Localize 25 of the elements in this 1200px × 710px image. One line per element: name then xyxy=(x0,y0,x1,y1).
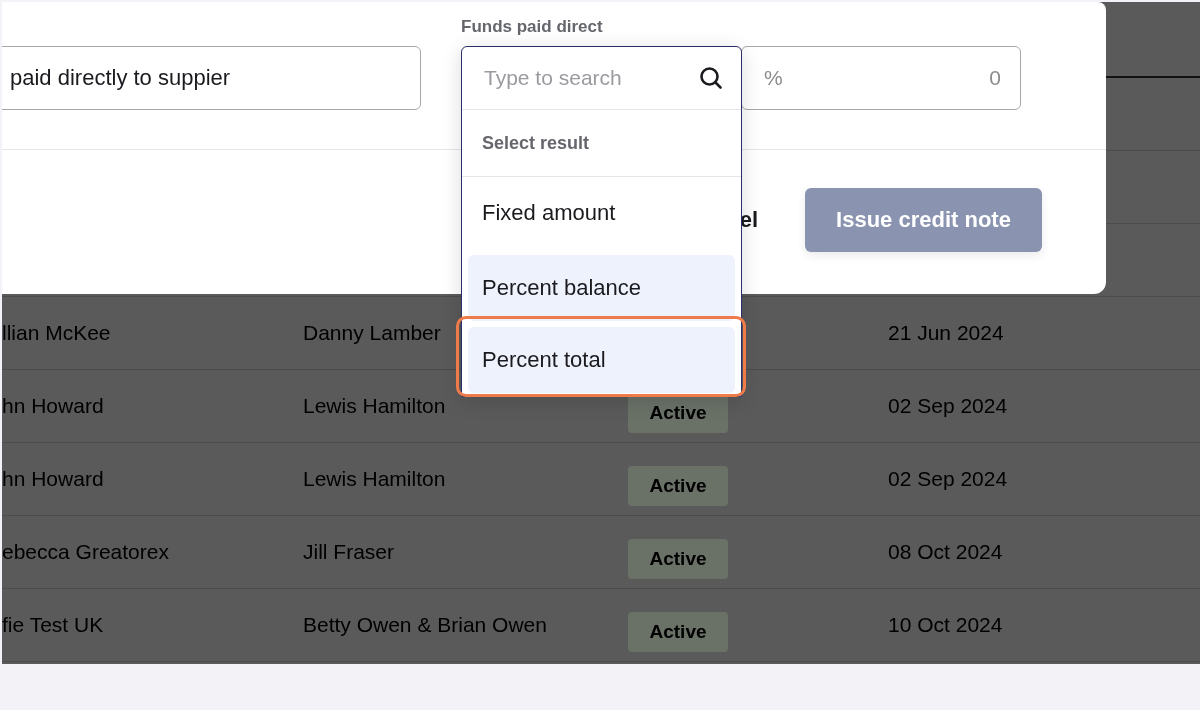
table-cell-text: 02 Sep 2024 xyxy=(888,394,1009,418)
table-cell-text: Lewis Hamilton xyxy=(303,467,447,491)
table-cell-text: Betty Owen & Brian Owen xyxy=(303,613,548,637)
status-badge: Active xyxy=(628,466,728,506)
table-cell-text: 08 Oct 2024 xyxy=(888,540,1004,564)
table-cell-text: hn Howard xyxy=(2,467,105,491)
table-cell-text: hn Howard xyxy=(2,394,105,418)
table-cell-text: fie Test UK xyxy=(2,613,105,637)
percent-sign: % xyxy=(764,66,783,90)
status-badge: Active xyxy=(628,539,728,579)
table-cell-text: 21 Jun 2024 xyxy=(888,321,1005,345)
description-field[interactable]: paid directly to suppier xyxy=(2,46,421,110)
table-cell-text: ebecca Greatorex xyxy=(2,540,170,564)
percent-value: 0 xyxy=(989,66,1001,90)
table-cell-text: llian McKee xyxy=(2,321,112,345)
table-cell-text: Lewis Hamilton xyxy=(303,394,447,418)
dropdown-option[interactable]: Percent total xyxy=(468,327,735,393)
dropdown-option[interactable]: Percent balance xyxy=(468,255,735,321)
table-cell-text: Danny Lamber xyxy=(303,321,442,345)
status-badge: Active xyxy=(628,612,728,652)
table-cell-text: Jill Fraser xyxy=(303,540,395,564)
field-label: Funds paid direct xyxy=(461,17,603,37)
search-icon xyxy=(699,66,723,90)
table-cell-text: 02 Sep 2024 xyxy=(888,467,1009,491)
table-cell-text: 10 Oct 2024 xyxy=(888,613,1004,637)
